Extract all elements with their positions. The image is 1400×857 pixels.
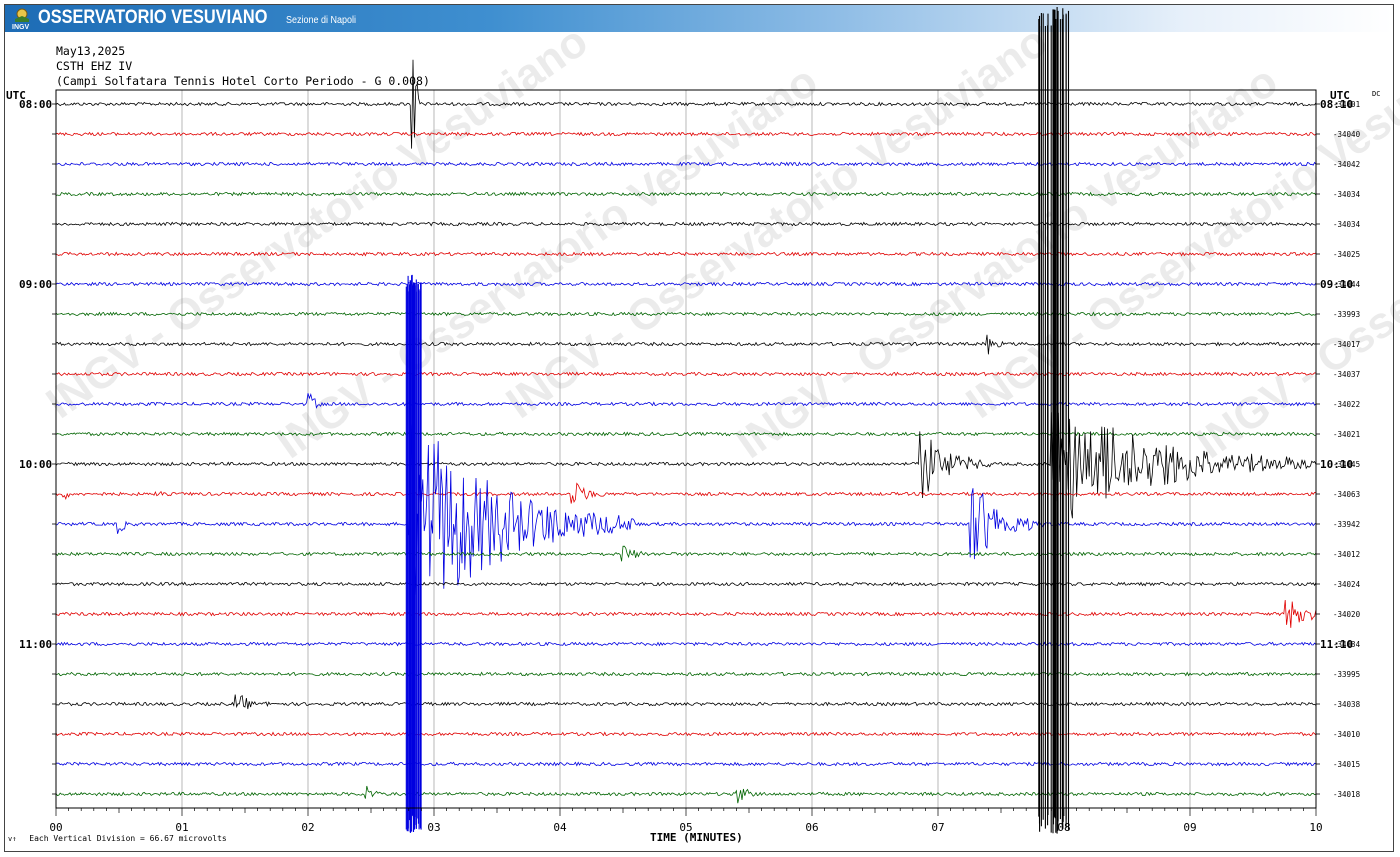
dc-value: -34022	[1333, 400, 1360, 409]
dc-value: -34034	[1333, 220, 1361, 229]
dc-value: -34045	[1333, 460, 1360, 469]
x-tick-label: 07	[931, 821, 944, 834]
x-tick-label: 02	[301, 821, 314, 834]
dc-value: -34025	[1333, 250, 1360, 259]
footer-symbol: v↑	[8, 835, 17, 843]
footer-note-text: Each Vertical Division = 66.67 microvolt…	[29, 834, 227, 843]
x-tick-label: 04	[553, 821, 567, 834]
left-time-label: 09:00	[19, 278, 52, 291]
x-tick-label: 08	[1057, 821, 1070, 834]
helicorder-chart: INGV - Osservatorio VesuvianoINGV - Osse…	[6, 6, 1400, 844]
left-time-label: 11:00	[19, 638, 52, 651]
vertical-division-note: v↑ Each Vertical Division = 66.67 microv…	[8, 834, 227, 843]
dc-value: -34038	[1333, 700, 1361, 709]
watermark-text: INGV - Osservatorio Vesuviano	[38, 16, 597, 428]
dc-value: -34020	[1333, 610, 1361, 619]
dc-value: -34021	[1333, 430, 1360, 439]
dc-value: -34024	[1333, 580, 1361, 589]
dc-value: -34040	[1333, 130, 1361, 139]
x-tick-label: 03	[427, 821, 440, 834]
dc-value: -34018	[1333, 790, 1361, 799]
dc-value: -34037	[1333, 370, 1360, 379]
dc-value: -34063	[1333, 490, 1360, 499]
left-time-labels: 08:0009:0010:0011:00	[19, 98, 56, 795]
dc-header-label: DC	[1372, 90, 1380, 98]
dc-value: -34042	[1333, 160, 1360, 169]
right-utc-label: UTC	[1330, 89, 1350, 102]
dc-value: -34012	[1333, 550, 1360, 559]
dc-value: -33942	[1333, 520, 1360, 529]
dc-value: -34044	[1333, 280, 1361, 289]
x-axis-label: TIME (MINUTES)	[650, 831, 743, 844]
x-tick-label: 10	[1309, 821, 1322, 834]
x-tick-label: 09	[1183, 821, 1196, 834]
right-time-labels: 08:1009:1010:1011:10	[1316, 98, 1353, 795]
left-time-label: 10:00	[19, 458, 52, 471]
dc-value: -34015	[1333, 760, 1360, 769]
dc-value: -34034	[1333, 190, 1361, 199]
dc-value: -34034	[1333, 640, 1361, 649]
dc-value-labels: -34001-34040-34042-34034-34034-34025-340…	[1333, 100, 1361, 799]
watermark-layer: INGV - Osservatorio VesuvianoINGV - Osse…	[38, 16, 1400, 468]
left-utc-label: UTC	[6, 89, 26, 102]
dc-value: -34017	[1333, 340, 1360, 349]
dc-value: -33995	[1333, 670, 1360, 679]
x-tick-label: 01	[175, 821, 188, 834]
x-tick-label: 06	[805, 821, 818, 834]
dc-value: -33993	[1333, 310, 1360, 319]
dc-value: -34010	[1333, 730, 1361, 739]
x-tick-label: 00	[49, 821, 62, 834]
